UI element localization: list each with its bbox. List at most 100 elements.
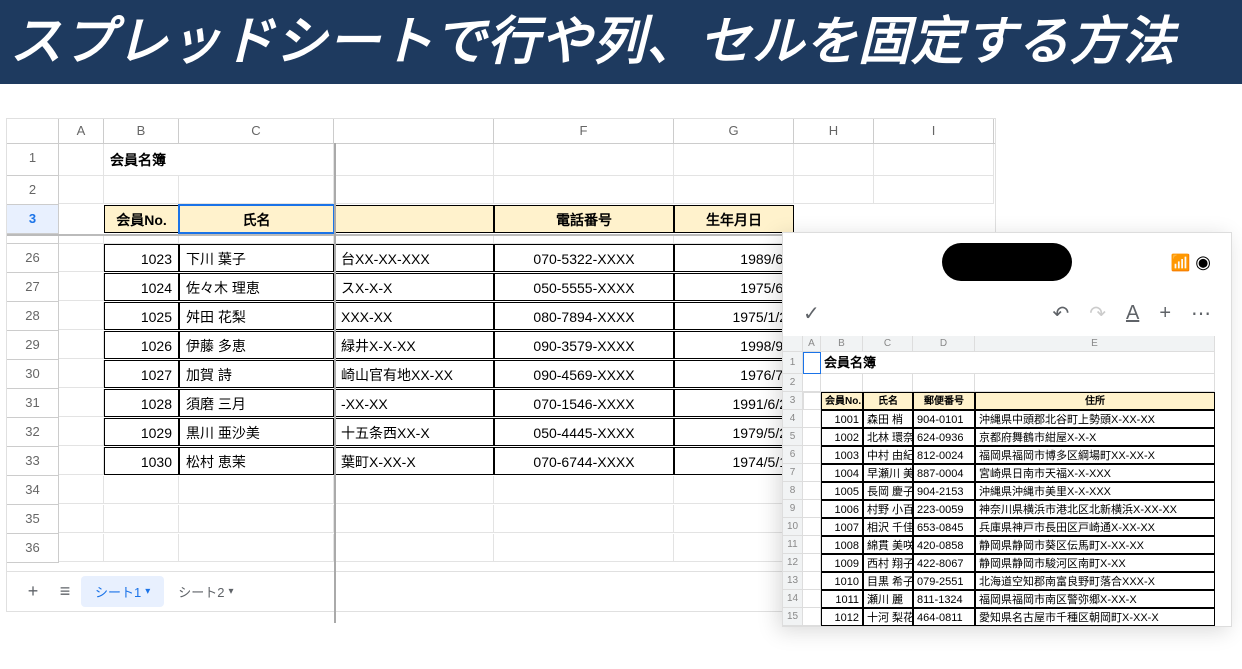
mobile-cell[interactable] xyxy=(863,374,913,392)
mobile-cell[interactable] xyxy=(803,374,821,392)
mobile-cell-addr[interactable]: 北海道空知郡南富良野町落合XXX-X xyxy=(975,572,1215,590)
header-cell[interactable] xyxy=(334,205,494,233)
mobile-column-header[interactable]: E xyxy=(975,336,1215,352)
cell-birthdate[interactable]: 1989/6/ xyxy=(674,244,794,272)
cell[interactable] xyxy=(59,418,104,446)
all-sheets-button[interactable]: ≡ xyxy=(49,576,81,608)
cell[interactable] xyxy=(674,534,794,562)
mobile-cell-addr[interactable]: 静岡県静岡市駿河区南町X-XX xyxy=(975,554,1215,572)
cell-name[interactable]: 松村 恵茉 xyxy=(179,447,334,475)
row-header[interactable]: 27 xyxy=(7,273,59,302)
cell[interactable] xyxy=(59,144,104,176)
mobile-cell[interactable] xyxy=(803,392,821,410)
cell-no[interactable]: 1025 xyxy=(104,302,179,330)
tab-sheet2[interactable]: シート2▾ xyxy=(164,576,247,607)
mobile-cell-name[interactable]: 目黒 希子 xyxy=(863,572,913,590)
cell[interactable] xyxy=(59,389,104,417)
row-header[interactable]: 36 xyxy=(7,534,59,563)
cell[interactable] xyxy=(874,176,994,204)
cell[interactable] xyxy=(179,534,334,562)
header-cell-selected[interactable]: 氏名 xyxy=(179,205,334,233)
mobile-row-header[interactable]: 12 xyxy=(783,554,803,572)
cell-name[interactable]: 黒川 亜沙美 xyxy=(179,418,334,446)
mobile-cell-name[interactable]: 十河 梨花 xyxy=(863,608,913,626)
cell-addr-frag[interactable]: XXX-XX xyxy=(334,302,494,330)
mobile-cell-zip[interactable]: 904-0101 xyxy=(913,410,975,428)
mobile-cell[interactable] xyxy=(803,446,821,464)
cell[interactable] xyxy=(59,244,104,272)
row-header[interactable]: 31 xyxy=(7,389,59,418)
mobile-cell-no[interactable]: 1009 xyxy=(821,554,863,572)
mobile-row-header[interactable]: 13 xyxy=(783,572,803,590)
row-header[interactable]: 3 xyxy=(7,205,59,234)
cell[interactable] xyxy=(674,476,794,504)
mobile-row-header[interactable]: 3 xyxy=(783,392,803,410)
cell[interactable] xyxy=(59,360,104,388)
cell[interactable] xyxy=(104,176,179,204)
row-header[interactable]: 35 xyxy=(7,505,59,534)
mobile-cell[interactable] xyxy=(913,374,975,392)
mobile-cell[interactable] xyxy=(803,536,821,554)
cell[interactable] xyxy=(59,331,104,359)
mobile-cell-no[interactable]: 1006 xyxy=(821,500,863,518)
plus-icon[interactable]: + xyxy=(1159,302,1171,325)
cell-birthdate[interactable]: 1975/1/2 xyxy=(674,302,794,330)
cell-birthdate[interactable]: 1974/5/1 xyxy=(674,447,794,475)
mobile-cell[interactable] xyxy=(821,374,863,392)
cell-addr-frag[interactable]: 葉町X-XX-X xyxy=(334,447,494,475)
row-header[interactable]: 33 xyxy=(7,447,59,476)
mobile-cell-addr[interactable]: 沖縄県中頭郡北谷町上勢頭X-XX-XX xyxy=(975,410,1215,428)
row-header[interactable] xyxy=(7,236,59,244)
mobile-cell-addr[interactable]: 神奈川県横浜市港北区北新横浜X-XX-XX xyxy=(975,500,1215,518)
mobile-cell[interactable] xyxy=(803,482,821,500)
cell-birthdate[interactable]: 1998/9/ xyxy=(674,331,794,359)
mobile-cell-no[interactable]: 1002 xyxy=(821,428,863,446)
row-header[interactable]: 34 xyxy=(7,476,59,505)
mobile-cell[interactable] xyxy=(803,410,821,428)
cell[interactable] xyxy=(494,236,674,244)
mobile-cell-addr[interactable]: 静岡県静岡市葵区伝馬町X-XX-XX xyxy=(975,536,1215,554)
cell[interactable] xyxy=(104,476,179,504)
cell-addr-frag[interactable]: 台XX-XX-XXX xyxy=(334,244,494,272)
mobile-cell-zip[interactable]: 422-8067 xyxy=(913,554,975,572)
mobile-cell-no[interactable]: 1008 xyxy=(821,536,863,554)
mobile-cell[interactable] xyxy=(803,464,821,482)
cell[interactable] xyxy=(59,302,104,330)
mobile-cell-addr[interactable]: 京都府舞鶴市紺屋X-X-X xyxy=(975,428,1215,446)
mobile-cell-name[interactable]: 長岡 慶子 xyxy=(863,482,913,500)
mobile-row-header[interactable]: 2 xyxy=(783,374,803,392)
text-format-icon[interactable]: A xyxy=(1126,302,1139,325)
cell-birthdate[interactable]: 1979/5/2 xyxy=(674,418,794,446)
mobile-row-header[interactable]: 10 xyxy=(783,518,803,536)
row-header[interactable]: 26 xyxy=(7,244,59,273)
cell-name[interactable]: 佐々木 理恵 xyxy=(179,273,334,301)
mobile-cell-name[interactable]: 西村 翔子 xyxy=(863,554,913,572)
cell[interactable] xyxy=(59,476,104,504)
cell[interactable] xyxy=(874,144,994,176)
cell[interactable] xyxy=(59,273,104,301)
cell-name[interactable]: 加賀 詩 xyxy=(179,360,334,388)
cell[interactable] xyxy=(794,144,874,176)
mobile-cell-zip[interactable]: 811-1324 xyxy=(913,590,975,608)
mobile-column-header[interactable]: B xyxy=(821,336,863,352)
cell-no[interactable]: 1026 xyxy=(104,331,179,359)
cell[interactable] xyxy=(794,205,874,233)
cell-tel[interactable]: 050-5555-XXXX xyxy=(494,273,674,301)
mobile-row-header[interactable]: 1 xyxy=(783,352,803,374)
mobile-row-header[interactable]: 4 xyxy=(783,410,803,428)
mobile-cell-no[interactable]: 1004 xyxy=(821,464,863,482)
header-cell[interactable]: 電話番号 xyxy=(494,205,674,233)
mobile-cell-selected[interactable] xyxy=(803,352,821,374)
mobile-cell-no[interactable]: 1007 xyxy=(821,518,863,536)
cell[interactable] xyxy=(334,236,494,244)
cell[interactable] xyxy=(59,447,104,475)
cell-name[interactable]: 須磨 三月 xyxy=(179,389,334,417)
row-header[interactable]: 2 xyxy=(7,176,59,205)
mobile-cell-name[interactable]: 綿貫 美咲 xyxy=(863,536,913,554)
cell[interactable] xyxy=(59,205,104,233)
cell[interactable] xyxy=(494,505,674,533)
confirm-check-icon[interactable]: ✓ xyxy=(803,301,820,326)
cell[interactable] xyxy=(59,534,104,562)
cell[interactable] xyxy=(494,144,674,176)
cell[interactable] xyxy=(334,176,494,204)
